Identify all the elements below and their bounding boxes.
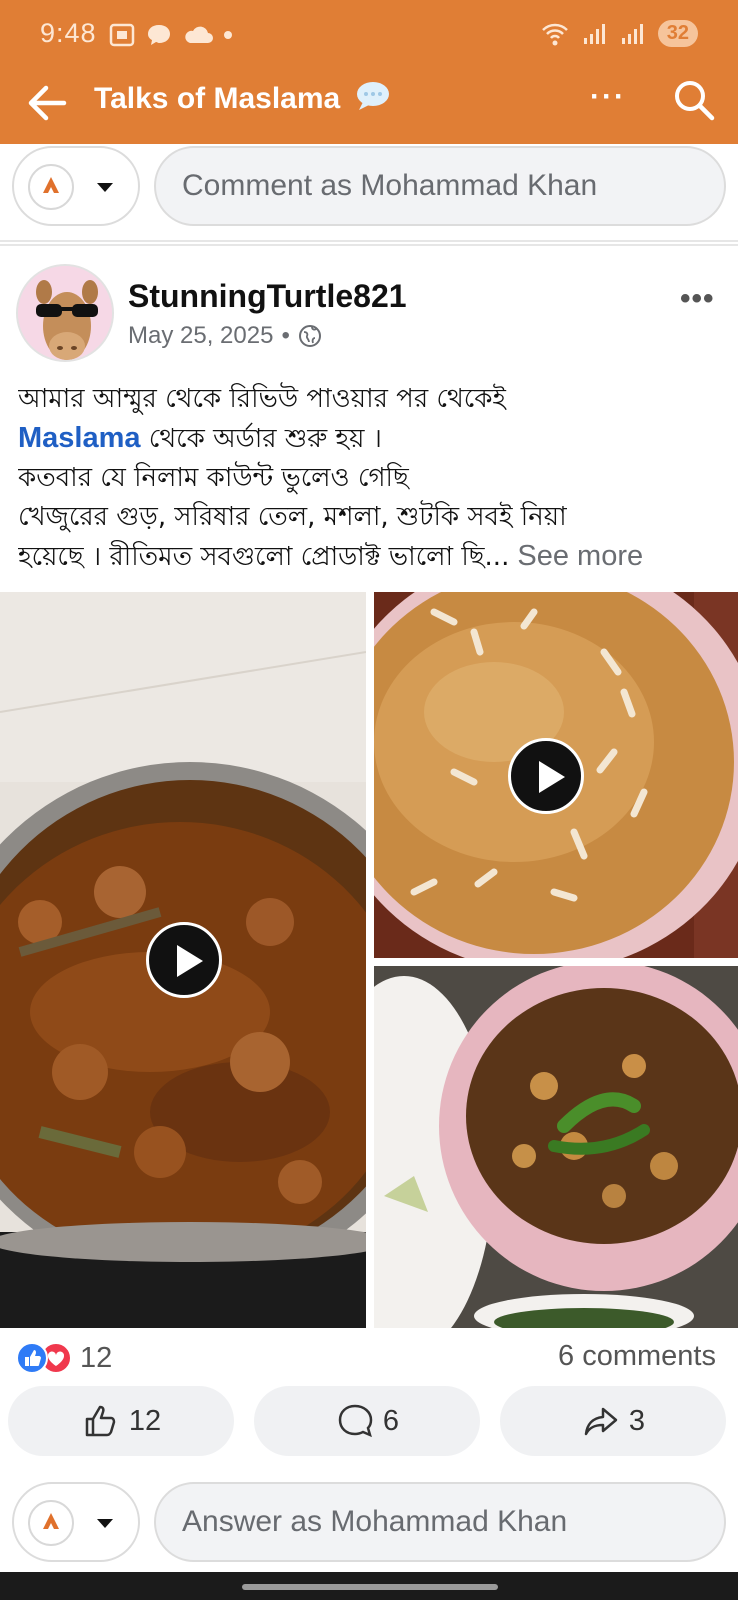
- app-header: 9:48 32 Talks of Maslama ···: [0, 0, 738, 144]
- cloud-icon: [185, 26, 213, 43]
- avatar[interactable]: [16, 264, 114, 362]
- share-button[interactable]: 3: [500, 1386, 726, 1456]
- post-text-line: খেজুরের গুড়, সরিষার তেল, মশলা, শুটকি সব…: [18, 502, 567, 532]
- see-more-link[interactable]: See more: [509, 540, 643, 572]
- globe-icon: [298, 325, 321, 347]
- post-meta: May 25, 2025 •: [128, 322, 322, 350]
- post-text-truncated: হয়েছে । রীতিমত সবগুলো প্রোডাক্ট ভালো ছি…: [18, 542, 510, 572]
- status-icons-right: 32: [540, 20, 698, 47]
- battery-icon: 32: [657, 20, 698, 47]
- maslama-link[interactable]: Maslama: [18, 422, 141, 454]
- share-arrow-icon: [584, 1407, 618, 1436]
- notification-dot-icon: [224, 31, 232, 39]
- meta-separator: •: [281, 322, 290, 349]
- thumbs-up-icon: [85, 1405, 116, 1437]
- comment-input[interactable]: Comment as Mohammad Khan: [154, 146, 726, 226]
- page-title: Talks of Maslama: [94, 80, 391, 116]
- vote-selector[interactable]: [12, 1482, 140, 1562]
- comment-action-count: 6: [382, 1404, 400, 1437]
- comment-composer: Comment as Mohammad Khan: [0, 146, 738, 242]
- comment-bubble-icon: [338, 1404, 373, 1438]
- media-shrimp-curry-photo[interactable]: [374, 966, 738, 1328]
- comment-button[interactable]: 6: [254, 1386, 480, 1456]
- post-more-button[interactable]: •••: [680, 282, 715, 316]
- search-icon[interactable]: [672, 78, 716, 122]
- chevron-down-icon[interactable]: [92, 1510, 118, 1536]
- reaction-summary[interactable]: 12: [16, 1338, 112, 1378]
- home-gesture-handle[interactable]: [242, 1584, 498, 1590]
- share-count: 3: [628, 1404, 646, 1437]
- wifi-icon: [541, 23, 568, 45]
- shrimp-curry-image: [374, 966, 738, 1328]
- post-text: আমার আম্মুর থেকে রিভিউ পাওয়ার পর থেকেই …: [18, 380, 724, 577]
- speech-bubble-icon: [356, 82, 389, 110]
- post-author[interactable]: StunningTurtle821: [128, 278, 407, 315]
- answer-input[interactable]: Answer as Mohammad Khan: [154, 1482, 726, 1562]
- back-arrow-icon[interactable]: [22, 78, 72, 128]
- vote-selector[interactable]: [12, 146, 140, 226]
- comment-count-link[interactable]: 6 comments: [558, 1340, 716, 1373]
- status-time: 9:48: [40, 18, 97, 48]
- reaction-count: 12: [80, 1341, 113, 1374]
- chat-icon: [148, 25, 170, 45]
- status-bar: 9:48 32: [0, 0, 738, 70]
- signal-icon: [583, 23, 605, 44]
- media-halwa-video[interactable]: [374, 592, 738, 958]
- play-icon[interactable]: [146, 922, 222, 998]
- media-curry-video[interactable]: [0, 592, 366, 1328]
- nav-bar: Talks of Maslama ···: [0, 70, 738, 144]
- upvote-icon[interactable]: [28, 1500, 74, 1546]
- like-reaction-icon: [16, 1342, 48, 1374]
- post-date: May 25, 2025: [128, 322, 274, 349]
- upvote-icon[interactable]: [28, 164, 74, 210]
- divider: [0, 244, 738, 246]
- like-count: 12: [128, 1404, 162, 1437]
- post-text-line-rest: থেকে অর্ডার শুরু হয় ।: [140, 424, 382, 454]
- more-options-button[interactable]: ···: [590, 80, 626, 114]
- signal-2-icon: [621, 23, 643, 44]
- screenshot-icon: [109, 23, 135, 47]
- post-text-line: কতবার যে নিলাম কাউন্ট ভুলেও গেছি: [18, 463, 409, 493]
- post-text-line: আমার আম্মুর থেকে রিভিউ পাওয়ার পর থেকেই: [18, 384, 506, 414]
- status-icons-left: [108, 22, 232, 48]
- answer-composer: Answer as Mohammad Khan: [0, 1482, 738, 1578]
- like-button[interactable]: 12: [8, 1386, 234, 1456]
- post-text-line: হয়েছে । রীতিমত সবগুলো প্রোডাক্ট ভালো ছি…: [18, 537, 724, 577]
- page-title-text: Talks of Maslama: [94, 82, 341, 115]
- post-text-line: Maslama থেকে অর্ডার শুরু হয় ।: [18, 419, 724, 459]
- play-icon[interactable]: [508, 738, 584, 814]
- chevron-down-icon[interactable]: [92, 174, 118, 200]
- system-nav-bar: [0, 1572, 738, 1600]
